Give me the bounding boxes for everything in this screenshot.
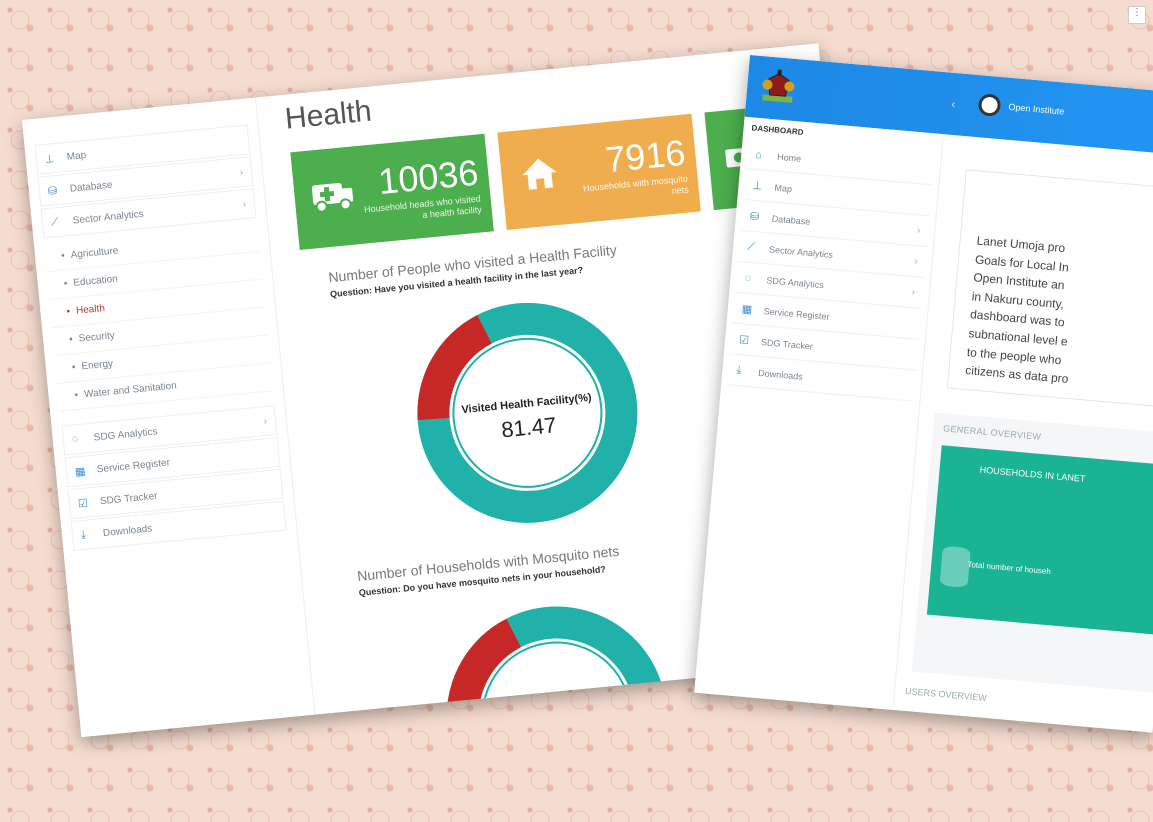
download-icon: ⤓ bbox=[735, 364, 742, 377]
sidebar-item-label: SDG Tracker bbox=[99, 490, 158, 507]
households-subtitle: Total number of househ bbox=[967, 559, 1052, 577]
sidebar-subitem-label: Energy bbox=[80, 358, 114, 373]
sidebar-item-label: Database bbox=[771, 213, 811, 227]
org-name[interactable]: Open Institute bbox=[1008, 102, 1065, 117]
dashboard-screenshot: ‹ Open Institute DASHBOARD ⌂ Home ⊥ Map ⛁ Dat… bbox=[694, 55, 1153, 733]
sidebar-item-label: Downloads bbox=[757, 367, 804, 382]
map-pin-icon: ⊥ bbox=[752, 179, 763, 193]
ambulance-icon bbox=[303, 173, 362, 223]
sidebar-item-label: Database bbox=[69, 179, 113, 195]
check-icon: ☑ bbox=[738, 334, 750, 347]
sidebar-item-label: Sector Analytics bbox=[72, 208, 145, 227]
check-icon: ☑ bbox=[77, 496, 89, 510]
households-card: HOUSEHOLDS IN LANET 1 Total number of ho… bbox=[926, 445, 1153, 637]
home-icon bbox=[510, 153, 569, 203]
chart-icon: ⟋ bbox=[50, 215, 60, 229]
calendar-icon: ▦ bbox=[74, 465, 86, 479]
card-header: HOUSEHOLDS IN LANET bbox=[979, 464, 1086, 484]
chevron-right-icon: › bbox=[239, 166, 244, 178]
sidebar-item-label: SDG Analytics bbox=[93, 425, 158, 444]
sidebar-item-label: Home bbox=[776, 151, 802, 164]
sidebar-item-label: Service Register bbox=[763, 305, 830, 322]
sidebar: ⊥ Map ⛁ Database › ⟋ Sector Analytics › • Agricu… bbox=[22, 97, 316, 738]
map-pin-icon: ⊥ bbox=[44, 152, 56, 166]
bullet-icon: • bbox=[74, 389, 79, 402]
bullet-icon: • bbox=[60, 250, 66, 262]
page-title: Health bbox=[283, 94, 374, 136]
sidebar-item-label: Service Register bbox=[96, 456, 171, 475]
lightbulb-icon: ◌ bbox=[71, 433, 79, 446]
mosquito-nets-donut bbox=[446, 606, 667, 738]
chevron-right-icon: › bbox=[263, 415, 268, 427]
section-label: USERS OVERVIEW bbox=[904, 685, 988, 704]
sidebar-item-label: SDG Tracker bbox=[760, 336, 814, 352]
calendar-icon: ▦ bbox=[741, 303, 753, 317]
sidebar-item-label: SDG Analytics bbox=[766, 274, 825, 290]
sidebar-item-label: Downloads bbox=[102, 522, 153, 539]
chevron-right-icon: › bbox=[916, 225, 921, 237]
about-panel: Lanet Umoja pro Goals for Local In Open In… bbox=[946, 169, 1153, 412]
home-icon: ⌂ bbox=[754, 148, 763, 161]
sidebar-subitem-label: Security bbox=[78, 330, 116, 345]
coat-of-arms-logo bbox=[760, 66, 797, 109]
sidebar-subitem-label: Agriculture bbox=[70, 245, 119, 261]
stat-card-health-visits: 10036 Household heads who visited a heal… bbox=[290, 133, 494, 250]
sidebar-subitem-label: Education bbox=[72, 273, 119, 289]
sidebar-item-label: Map bbox=[774, 182, 793, 194]
chevron-right-icon: › bbox=[242, 198, 247, 210]
collapse-chevron-icon[interactable]: ‹ bbox=[951, 97, 956, 111]
bullet-icon: • bbox=[66, 306, 71, 318]
bullet-icon: • bbox=[63, 278, 68, 290]
database-icon: ⛁ bbox=[749, 210, 760, 224]
users-overview-bar bbox=[906, 711, 1153, 733]
bullet-icon: • bbox=[71, 362, 77, 374]
chart-icon: ⟋ bbox=[746, 240, 756, 254]
donut-center-value: 81.47 bbox=[500, 412, 557, 442]
stat-card-mosquito-nets: 7916 Households with mosquito nets bbox=[497, 113, 701, 231]
database-icon: ⛁ bbox=[47, 184, 58, 198]
bullet-icon: • bbox=[68, 334, 74, 346]
chevron-right-icon: › bbox=[911, 287, 916, 299]
sidebar-subitem-label: Water and Sanitation bbox=[83, 380, 178, 401]
general-overview-panel: GENERAL OVERVIEW HOUSEHOLDS IN LANET 1 T… bbox=[911, 412, 1153, 695]
sidebar-subitem-label: Health bbox=[75, 302, 106, 317]
lightbulb-icon: ◌ bbox=[744, 271, 752, 285]
sidebar-item-label: Map bbox=[66, 149, 87, 163]
sidebar-item-label: Sector Analytics bbox=[768, 243, 834, 260]
chevron-right-icon: › bbox=[913, 256, 919, 268]
org-logo-icon bbox=[977, 93, 1002, 117]
health-facility-donut: Visited Health Facility(%)81.47 bbox=[417, 302, 638, 523]
grid-icon[interactable]: ⋮ bbox=[1128, 6, 1146, 24]
download-icon: ⤓ bbox=[80, 528, 87, 541]
